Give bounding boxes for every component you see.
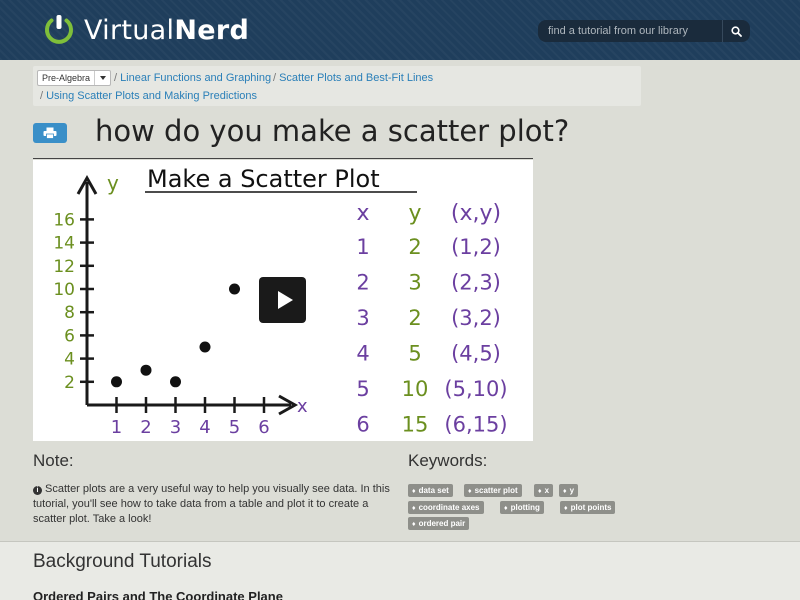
keyword-tag[interactable]: y xyxy=(559,484,579,497)
y-axis-label: y xyxy=(107,171,119,195)
breadcrumb-link-label: Using Scatter Plots and Making Predictio… xyxy=(46,90,257,102)
xy-table: x y (x,y) 1 2 (1,2) 2 3 (2,3) 3 2 (3,2) 4 5 (4,5) 5 10 (5… xyxy=(356,201,507,437)
table-cell: 5 xyxy=(408,342,421,366)
x-tick-label: 5 xyxy=(229,417,240,438)
note-body: i Scatter plots are a very useful way to … xyxy=(33,482,393,527)
note-heading: Note: xyxy=(33,451,74,470)
breadcrumb: Pre-Algebra / Linear Functions and Graphi… xyxy=(33,66,641,106)
breadcrumb-link-label: Scatter Plots and Best-Fit Lines xyxy=(279,72,434,84)
table-cell: (6,15) xyxy=(444,413,507,437)
table-cell: (4,5) xyxy=(451,342,501,366)
subject-select-value: Pre-Algebra xyxy=(42,73,91,83)
breadcrumb-link-using-scatter-plots[interactable]: / Using Scatter Plots and Making Predicti… xyxy=(40,90,257,102)
video-player[interactable]: Make a Scatter Plot y x 16 14 12 10 8 6 4 2 1 2 3 4 5 6… xyxy=(33,160,533,441)
table-cell: 6 xyxy=(356,413,369,437)
play-button[interactable] xyxy=(259,277,306,323)
subject-select[interactable]: Pre-Algebra xyxy=(37,70,111,86)
table-cell: 2 xyxy=(356,271,369,295)
y-tick-label: 6 xyxy=(64,326,75,346)
y-tick-label: 12 xyxy=(53,257,75,277)
print-icon xyxy=(43,127,57,139)
y-tick-label: 8 xyxy=(64,303,75,323)
background-tutorial-link[interactable]: Ordered Pairs and The Coordinate Plane xyxy=(33,589,283,600)
search-icon xyxy=(731,25,742,37)
keyword-tag[interactable]: plotting xyxy=(500,501,544,514)
power-icon xyxy=(45,15,73,44)
print-button[interactable] xyxy=(33,123,67,143)
table-header: (x,y) xyxy=(451,201,501,226)
table-header: x xyxy=(356,201,369,226)
keyword-tag[interactable]: ordered pair xyxy=(408,517,470,530)
table-cell: (3,2) xyxy=(451,306,501,330)
breadcrumb-link-scatter-plots[interactable]: / Scatter Plots and Best-Fit Lines xyxy=(273,72,433,84)
table-cell: (1,2) xyxy=(451,235,501,259)
keywords-heading: Keywords: xyxy=(408,451,488,470)
table-cell: 2 xyxy=(408,306,421,330)
chevron-down-icon xyxy=(94,71,110,85)
x-tick-label: 1 xyxy=(111,417,122,438)
keyword-tag[interactable]: coordinate axes xyxy=(408,501,484,514)
site-header: VirtualNerd xyxy=(0,0,800,60)
keyword-tag[interactable]: data set xyxy=(408,484,453,497)
table-header: y xyxy=(408,201,421,226)
keyword-tag[interactable]: scatter plot xyxy=(464,484,522,497)
search-input[interactable] xyxy=(538,20,722,42)
x-tick-label: 3 xyxy=(170,417,181,438)
x-tick-label: 4 xyxy=(199,417,210,438)
y-tick-label: 16 xyxy=(53,210,75,230)
table-cell: 2 xyxy=(408,235,421,259)
y-tick-label: 2 xyxy=(64,373,75,393)
table-cell: (2,3) xyxy=(451,271,501,295)
x-axis-label: x xyxy=(297,396,308,417)
table-cell: (5,10) xyxy=(444,377,507,401)
table-cell: 15 xyxy=(402,413,429,437)
scatter-point xyxy=(111,376,122,388)
logo-text: VirtualNerd xyxy=(84,15,249,46)
logo[interactable]: VirtualNerd xyxy=(42,12,249,48)
x-tick-label: 6 xyxy=(258,417,269,438)
breadcrumb-link-label: Linear Functions and Graphing xyxy=(120,72,272,84)
info-icon: i xyxy=(33,486,42,495)
scatter-point xyxy=(229,283,240,295)
y-tick-label: 14 xyxy=(53,234,75,254)
logo-text-bold: Nerd xyxy=(174,14,250,46)
scatter-point xyxy=(170,376,181,388)
breadcrumb-link-linear-functions[interactable]: / Linear Functions and Graphing xyxy=(114,72,271,84)
scatter-point xyxy=(140,364,152,376)
table-cell: 3 xyxy=(408,271,421,295)
table-cell: 3 xyxy=(356,306,369,330)
y-tick-label: 4 xyxy=(64,350,75,370)
background-tutorials-heading: Background Tutorials xyxy=(33,551,212,572)
search-bar xyxy=(538,20,750,42)
page-title: how do you make a scatter plot? xyxy=(95,114,570,148)
scatter-point xyxy=(199,341,211,353)
y-tick-label: 10 xyxy=(53,280,75,300)
table-cell: 10 xyxy=(402,377,429,401)
table-cell: 4 xyxy=(356,342,369,366)
table-cell: 5 xyxy=(356,377,369,401)
keyword-tag[interactable]: plot points xyxy=(560,501,616,514)
logo-text-light: Virtual xyxy=(84,14,175,46)
table-cell: 1 xyxy=(356,235,369,259)
video-heading: Make a Scatter Plot xyxy=(147,165,380,193)
note-text: Scatter plots are a very useful way to h… xyxy=(33,483,390,525)
x-tick-label: 2 xyxy=(140,417,151,438)
title-divider xyxy=(33,158,533,159)
keyword-tag[interactable]: x xyxy=(534,484,554,497)
search-button[interactable] xyxy=(722,20,750,42)
